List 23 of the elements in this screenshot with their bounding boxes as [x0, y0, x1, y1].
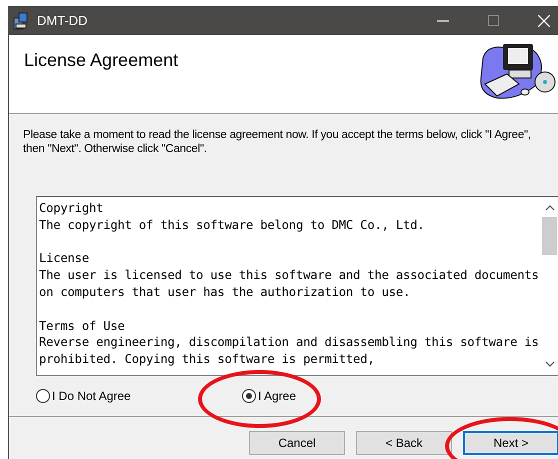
close-icon[interactable]: [538, 14, 550, 26]
page-title: License Agreement: [24, 50, 180, 71]
dialog-button[interactable]: < Back: [356, 431, 452, 455]
radio-circle[interactable]: [36, 389, 50, 403]
instruction-text: Please take a moment to read the license agreement now. If you accept the terms below, click "I Agree", then "Next". Otherwise click "Cancel".: [23, 128, 532, 156]
radio-option[interactable]: I Do Not Agree: [36, 389, 131, 403]
dialog-button[interactable]: Next >: [463, 431, 558, 455]
section-text: The user is licensed to use this software and the associated documents on computers that user has the authorization to use.: [39, 267, 539, 301]
window-title: DMT-DD: [37, 13, 88, 28]
scroll-down-icon[interactable]: [544, 361, 554, 367]
installer-icon: [13, 12, 29, 30]
radio-option[interactable]: I Agree: [242, 389, 296, 403]
dialog-button[interactable]: Cancel: [249, 431, 345, 455]
section-heading: License: [39, 250, 90, 268]
license-text-box[interactable]: [36, 196, 558, 376]
section-heading: Terms of Use: [39, 318, 126, 334]
scroll-thumb[interactable]: [542, 217, 557, 255]
maximize-icon[interactable]: [488, 15, 499, 26]
section-text: Reverse engineering, discompilation and disassembling this software is prohibited. Copying this software is permitted,: [39, 334, 539, 368]
scroll-up-icon[interactable]: [544, 205, 554, 211]
radio-circle[interactable]: [242, 389, 256, 403]
section-heading: Copyright: [39, 200, 104, 217]
section-text: The copyright of this software belong to DMC Co., Ltd.: [39, 216, 426, 234]
